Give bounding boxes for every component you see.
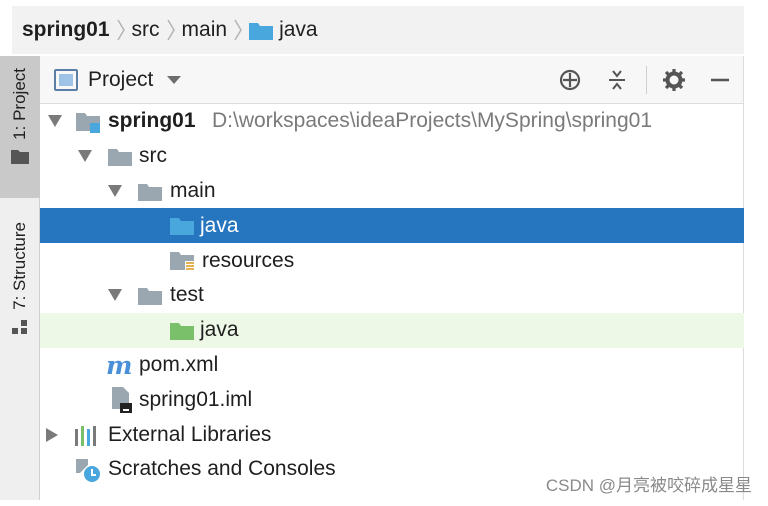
tab-project[interactable]: 1: Project	[0, 56, 40, 198]
chevron-right-icon[interactable]	[46, 427, 58, 442]
tree-row-test[interactable]: test	[40, 278, 744, 313]
crosshair-icon[interactable]	[558, 68, 582, 92]
resources-folder-icon	[170, 252, 195, 273]
project-tree: spring01 D:\workspaces\ideaProjects\MySp…	[40, 104, 744, 487]
chevron-down-icon[interactable]	[48, 115, 62, 128]
test-folder-icon	[170, 322, 194, 340]
structure-icon	[12, 319, 27, 334]
tree-label: Scratches and Consoles	[108, 457, 336, 481]
tree-label: main	[170, 178, 216, 202]
tree-row-external-libraries[interactable]: External Libraries	[40, 417, 744, 452]
tree-label: spring01.iml	[139, 387, 253, 411]
tree-row-pom[interactable]: m pom.xml	[40, 348, 744, 383]
libraries-icon	[75, 426, 96, 447]
tree-label: External Libraries	[108, 422, 272, 446]
collapse-all-icon[interactable]	[606, 68, 628, 92]
chevron-down-icon[interactable]	[108, 289, 122, 302]
chevron-down-icon[interactable]	[78, 150, 92, 163]
chevron-right-icon	[160, 18, 182, 42]
panel-title[interactable]: Project	[88, 68, 153, 92]
tree-label: java	[200, 213, 239, 237]
panel-header: Project	[40, 56, 743, 104]
minimize-icon[interactable]	[708, 68, 732, 92]
project-view-icon	[54, 68, 78, 91]
tab-structure[interactable]: 7: Structure	[0, 214, 40, 354]
folder-blue-icon	[249, 22, 274, 40]
tree-row-src[interactable]: src	[40, 139, 744, 174]
maven-icon: m	[106, 350, 133, 380]
project-panel: Project spring01 D:\workspaces\ideaProje…	[40, 56, 744, 500]
tab-project-label: 1: Project	[10, 68, 29, 140]
tree-row-iml[interactable]: spring01.iml	[40, 382, 744, 417]
chevron-down-icon[interactable]	[167, 75, 182, 84]
iml-file-icon	[112, 387, 132, 414]
breadcrumb-item-spring01[interactable]: spring01	[22, 18, 110, 42]
tab-structure-label: 7: Structure	[10, 222, 29, 310]
tree-row-resources[interactable]: resources	[40, 243, 744, 278]
folder-gray-icon	[108, 148, 132, 166]
tree-label: src	[139, 144, 167, 168]
tree-label: test	[170, 283, 204, 307]
watermark: CSDN @月亮被咬碎成星星	[545, 476, 752, 495]
folder-gray-icon	[138, 287, 162, 305]
breadcrumb-item-src[interactable]: src	[132, 18, 160, 42]
module-path: D:\workspaces\ideaProjects\MySpring\spri…	[212, 109, 653, 133]
tree-label: spring01	[108, 109, 196, 133]
tree-label: java	[200, 318, 239, 342]
tool-window-strip: 1: Project 7: Structure	[0, 56, 40, 500]
tree-label: pom.xml	[139, 352, 219, 376]
breadcrumb: spring01 src main java	[12, 6, 744, 54]
module-folder-icon	[76, 113, 100, 133]
gear-icon[interactable]	[662, 68, 686, 92]
source-folder-icon	[170, 218, 194, 236]
tree-row-java-main[interactable]: java	[40, 208, 744, 244]
tree-row-spring01[interactable]: spring01 D:\workspaces\ideaProjects\MySp…	[40, 104, 744, 139]
tree-row-main[interactable]: main	[40, 174, 744, 209]
breadcrumb-item-java[interactable]: java	[279, 18, 318, 42]
tree-label: resources	[202, 248, 295, 272]
folder-gray-icon	[138, 183, 162, 201]
chevron-right-icon	[227, 18, 249, 42]
tree-row-java-test[interactable]: java	[40, 312, 744, 348]
scratches-icon	[76, 458, 100, 482]
chevron-right-icon	[110, 18, 132, 42]
breadcrumb-item-main[interactable]: main	[182, 18, 228, 42]
folder-icon	[11, 149, 29, 164]
toolbar-divider	[646, 66, 647, 94]
chevron-down-icon[interactable]	[108, 184, 122, 197]
